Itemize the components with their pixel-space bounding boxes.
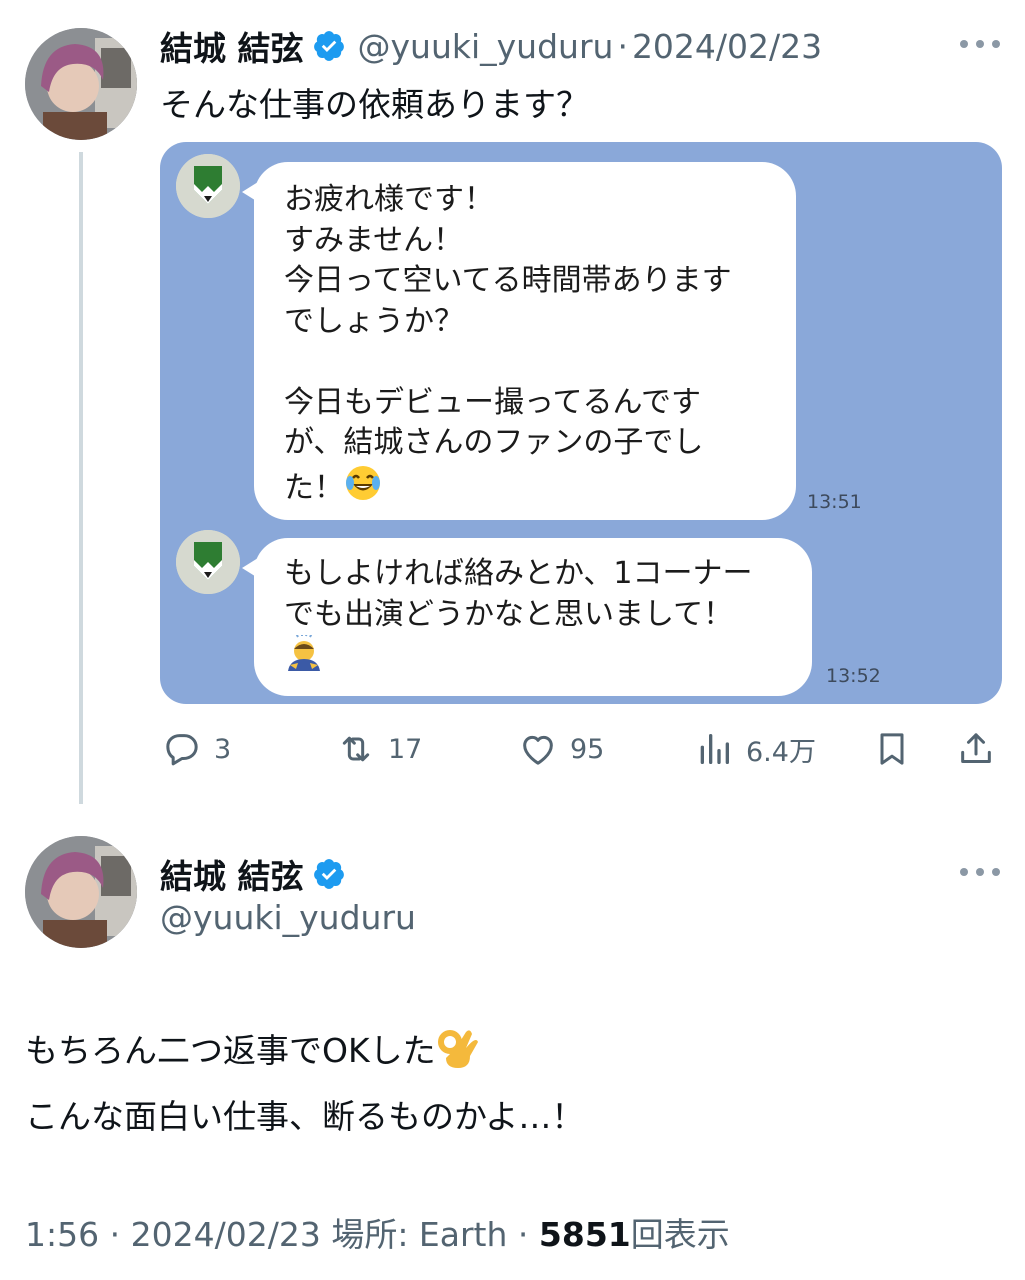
verified-badge-icon <box>312 29 346 63</box>
chat-bubble-2: もしよければ絡みとか、1コーナー でも出演どうかなと思いまして！ <box>242 538 812 696</box>
bookmark-button[interactable] <box>872 724 912 774</box>
display-name[interactable]: 結城 結弦 <box>160 22 304 70</box>
tweet-footer-meta: 1:56 · 2024/02/23 場所: Earth · 5851回表示 <box>25 1208 730 1256</box>
chat-line: が、結城さんのファンの子でし <box>284 425 704 460</box>
chat-line: 今日って空いてる時間帯あります <box>284 263 732 298</box>
avatar[interactable] <box>25 28 137 140</box>
chat-line <box>284 342 766 383</box>
views-label: 回表示 <box>630 1215 730 1254</box>
sender-avatar-icon <box>176 530 240 594</box>
chat-line: 今日もデビュー撮ってるんです <box>284 384 701 420</box>
thread-connector-line <box>79 152 83 804</box>
user-handle[interactable]: @yuuki_yuduru <box>358 27 614 66</box>
bowing-person-emoji <box>284 631 782 685</box>
display-name[interactable]: 結城 結弦 <box>160 850 304 898</box>
tweet-media-image[interactable]: お疲れ様です！ すみません！ 今日って空いてる時間帯あります でしょうか？ 今日… <box>160 142 1002 704</box>
retweet-button[interactable]: 17 <box>336 724 422 774</box>
tweet-header: 結城 結弦 @yuuki_yuduru · 2024/02/23 <box>160 22 822 70</box>
verified-badge-icon <box>312 857 346 891</box>
sender-avatar-icon <box>176 154 240 218</box>
tweet-time[interactable]: 1:56 <box>25 1215 99 1254</box>
tweet-header: 結城 結弦 <box>160 850 346 898</box>
share-icon <box>961 733 991 763</box>
chat-bubble-1: お疲れ様です！ すみません！ 今日って空いてる時間帯あります でしょうか？ 今日… <box>242 162 796 520</box>
view-count: 6.4万 <box>746 736 816 768</box>
separator: · <box>617 26 628 66</box>
tweet-text: こんな面白い仕事、断るものかよ…！ <box>25 1097 585 1136</box>
retweet-icon <box>342 736 370 762</box>
avatar[interactable] <box>25 836 137 948</box>
more-options-icon[interactable] <box>960 38 1000 50</box>
separator: · <box>109 1215 121 1254</box>
views-button[interactable]: 6.4万 <box>694 724 816 774</box>
chat-line: でも出演どうかなと思いまして！ <box>284 596 734 632</box>
separator: · <box>517 1215 529 1254</box>
tweet-text: もちろん二つ返事でOKした <box>25 1031 436 1070</box>
bookmark-icon <box>880 733 904 765</box>
tweet-date[interactable]: 2024/02/23 <box>632 27 822 66</box>
ok-hand-emoji <box>436 1026 482 1080</box>
analytics-icon <box>700 734 729 764</box>
like-button[interactable]: 95 <box>518 724 604 774</box>
chat-line-text: た！ <box>284 469 344 505</box>
chat-line: お疲れ様です！ <box>284 182 494 217</box>
reply-icon <box>166 734 198 766</box>
like-count: 95 <box>570 733 605 765</box>
reply-count: 3 <box>214 733 232 765</box>
chat-line: でしょうか？ <box>284 303 464 339</box>
chat-line-last: た！ <box>284 464 766 514</box>
laughing-tears-emoji <box>344 464 382 514</box>
message-time: 13:51 <box>807 491 862 513</box>
views-number[interactable]: 5851 <box>539 1215 631 1254</box>
message-time: 13:52 <box>826 665 881 687</box>
more-options-icon[interactable] <box>960 866 1000 878</box>
chat-line: もしよければ絡みとか、1コーナー <box>284 556 753 591</box>
retweet-count: 17 <box>388 733 423 765</box>
chat-line: すみません！ <box>284 222 464 258</box>
share-button[interactable] <box>956 724 996 774</box>
tweet-action-bar: 3 17 95 6.4万 <box>160 724 1002 774</box>
location: 場所: Earth <box>331 1215 508 1254</box>
reply-button[interactable]: 3 <box>162 724 231 774</box>
tweet-text: そんな仕事の依頼あります？ <box>160 85 589 124</box>
tweet-text-line: もちろん二つ返事でOKした <box>25 1024 482 1080</box>
heart-icon <box>523 735 553 765</box>
user-handle[interactable]: @yuuki_yuduru <box>160 898 416 937</box>
tweet-date[interactable]: 2024/02/23 <box>131 1215 321 1254</box>
